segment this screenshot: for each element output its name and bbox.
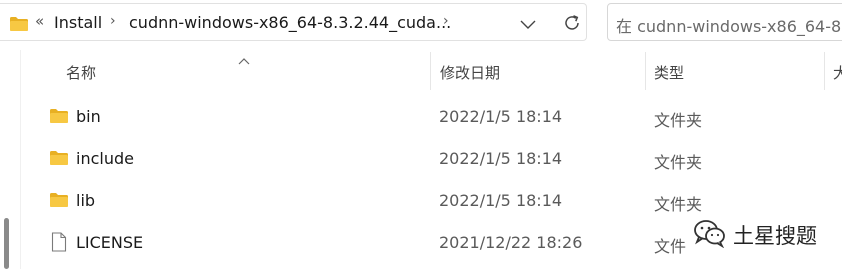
- refresh-icon[interactable]: [562, 13, 582, 37]
- column-divider[interactable]: [430, 52, 431, 90]
- chevron-right-icon[interactable]: ›: [443, 13, 449, 29]
- column-header-type[interactable]: 类型: [654, 62, 684, 83]
- folder-icon: [49, 108, 69, 128]
- column-divider[interactable]: [645, 52, 646, 90]
- column-header-size[interactable]: 大: [833, 62, 842, 83]
- breadcrumb-cudnn-folder[interactable]: cudnn-windows-x86_64-8.3.2.44_cuda...: [129, 13, 451, 32]
- folder-icon: [49, 192, 69, 212]
- navigation-pane-scrollbar-thumb[interactable]: [4, 218, 9, 269]
- address-bar[interactable]: « Install › cudnn-windows-x86_64-8.3.2.4…: [0, 3, 587, 41]
- navigation-pane-divider: [20, 50, 21, 269]
- folder-icon: [49, 150, 69, 170]
- file-name: LICENSE: [76, 233, 144, 252]
- file-type: 文件夹: [654, 153, 703, 172]
- breadcrumb-install[interactable]: Install: [54, 13, 102, 32]
- wechat-icon: [693, 218, 727, 252]
- file-type: 文件夹: [654, 195, 703, 214]
- watermark-text: 土星搜题: [733, 224, 817, 248]
- chevron-right-icon[interactable]: ›: [110, 13, 116, 29]
- folder-icon: [9, 16, 29, 36]
- column-header-name[interactable]: 名称: [66, 62, 96, 83]
- file-name: include: [76, 149, 134, 168]
- file-modified-date: 2022/1/5 18:14: [439, 191, 563, 210]
- search-placeholder: 在 cudnn-windows-x86_64-8.3: [616, 17, 842, 36]
- file-modified-date: 2022/1/5 18:14: [439, 107, 563, 126]
- breadcrumb-overflow-button[interactable]: «: [35, 12, 44, 30]
- file-type: 文件: [654, 237, 687, 256]
- column-header-date[interactable]: 修改日期: [440, 62, 500, 83]
- chevron-down-icon[interactable]: [520, 15, 536, 34]
- file-modified-date: 2022/1/5 18:14: [439, 149, 563, 168]
- file-type: 文件夹: [654, 111, 703, 130]
- file-row[interactable]: bin 2022/1/5 18:14 文件夹: [30, 96, 842, 136]
- document-icon: [51, 232, 67, 256]
- file-modified-date: 2021/12/22 18:26: [439, 233, 583, 252]
- sort-ascending-icon: [238, 50, 250, 69]
- address-toolbar: « Install › cudnn-windows-x86_64-8.3.2.4…: [0, 0, 842, 46]
- search-input[interactable]: 在 cudnn-windows-x86_64-8.3: [607, 3, 842, 41]
- file-name: bin: [76, 107, 101, 126]
- file-row[interactable]: include 2022/1/5 18:14 文件夹: [30, 138, 842, 178]
- file-row[interactable]: lib 2022/1/5 18:14 文件夹: [30, 180, 842, 220]
- file-name: lib: [76, 191, 96, 210]
- column-divider[interactable]: [824, 52, 825, 90]
